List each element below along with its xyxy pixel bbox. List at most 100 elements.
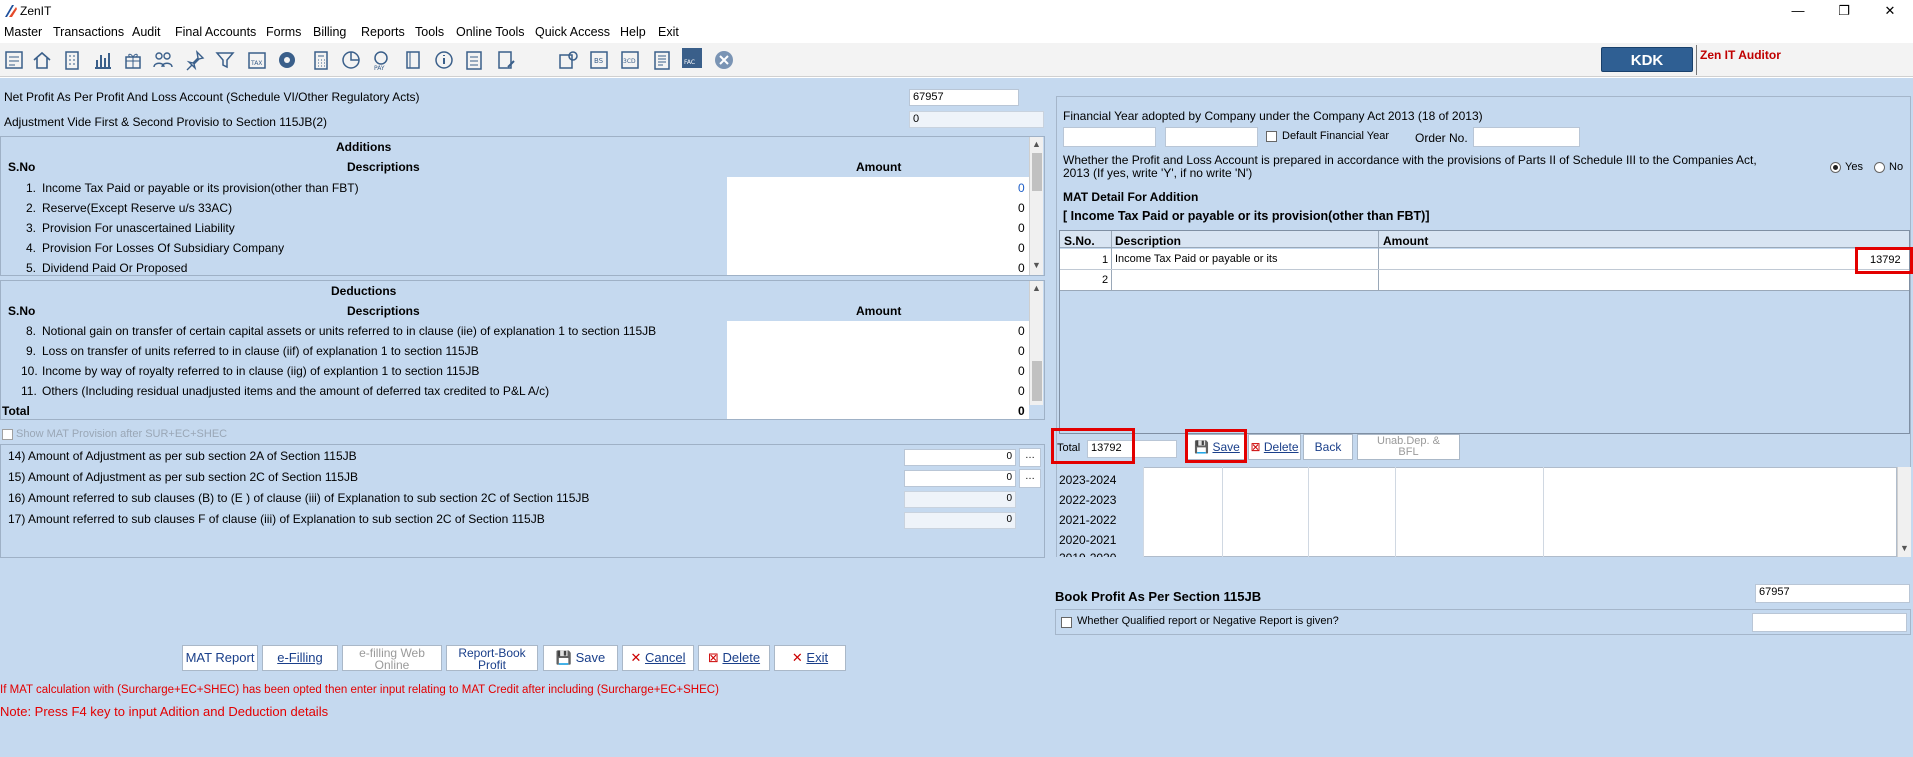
document-edit-icon[interactable] [495, 49, 517, 71]
minimize-button[interactable]: — [1775, 0, 1821, 22]
deductions-row-11-desc[interactable]: Others (Including residual unadjusted it… [42, 384, 549, 398]
efilling-web-online-button[interactable]: e-filling Web Online [342, 645, 442, 671]
fac-icon[interactable]: FAC [681, 47, 705, 73]
cancel-button[interactable]: ✕ Cancel [622, 645, 694, 671]
delete-button[interactable]: ⊠ Delete [698, 645, 770, 671]
efilling-button[interactable]: e-Filling [262, 645, 338, 671]
adjustment-16-input[interactable]: 0 [904, 491, 1016, 508]
pie-chart-icon[interactable] [340, 49, 362, 71]
pl-yes-radio[interactable] [1830, 162, 1841, 173]
menu-master[interactable]: Master [4, 25, 42, 39]
bar-chart-icon[interactable] [92, 49, 114, 71]
info-icon[interactable] [433, 49, 455, 71]
menu-audit[interactable]: Audit [132, 25, 161, 39]
report-icon[interactable] [3, 49, 25, 71]
years-scrollbar[interactable]: ▼ [1897, 467, 1911, 557]
deductions-row-10-amount[interactable]: 0 [1018, 364, 1025, 378]
scroll-up-icon[interactable]: ▲ [1032, 283, 1041, 293]
net-profit-input[interactable]: 67957 [909, 89, 1019, 106]
deductions-row-8-amount[interactable]: 0 [1018, 324, 1025, 338]
tax-icon[interactable]: TAX [246, 49, 268, 71]
form-3cd-icon[interactable]: 3CD [619, 49, 641, 71]
adjustment-14-input[interactable]: 0 [904, 449, 1016, 466]
calculator-icon[interactable] [310, 49, 332, 71]
home-icon[interactable] [31, 49, 53, 71]
adjustment-15-input[interactable]: 0 [904, 470, 1016, 487]
year-2022-2023[interactable]: 2022-2023 [1059, 493, 1116, 507]
users-icon[interactable] [152, 49, 174, 71]
building-icon[interactable] [61, 49, 83, 71]
deductions-row-8-desc[interactable]: Notional gain on transfer of certain cap… [42, 324, 656, 338]
additions-row-3-amount[interactable]: 0 [1018, 221, 1025, 235]
deductions-row-11-amount[interactable]: 0 [1018, 384, 1025, 398]
close-circle-icon[interactable] [713, 49, 735, 71]
pin-icon[interactable] [184, 49, 206, 71]
deductions-scrollbar[interactable]: ▲ [1029, 281, 1043, 405]
menu-tools[interactable]: Tools [415, 25, 444, 39]
restore-button[interactable]: ❐ [1821, 0, 1867, 22]
order-no-input[interactable] [1473, 127, 1580, 147]
deductions-row-10-desc[interactable]: Income by way of royalty referred to in … [42, 364, 479, 378]
deductions-scroll-thumb[interactable] [1032, 361, 1042, 401]
mat-delete-button[interactable]: ⊠ Delete [1248, 434, 1301, 460]
menu-online-tools[interactable]: Online Tools [456, 25, 525, 39]
adjustment-input[interactable]: 0 [909, 111, 1044, 128]
additions-row-5-desc[interactable]: Dividend Paid Or Proposed [42, 261, 187, 275]
filter-icon[interactable] [214, 49, 236, 71]
adjustment-14-more-button[interactable]: … [1019, 448, 1041, 467]
ledger-icon[interactable] [651, 49, 673, 71]
menu-billing[interactable]: Billing [313, 25, 346, 39]
additions-row-1-desc[interactable]: Income Tax Paid or payable or its provis… [42, 181, 359, 195]
additions-scroll-thumb[interactable] [1032, 153, 1042, 191]
adjustment-15-more-button[interactable]: … [1019, 469, 1041, 488]
additions-row-5-amount[interactable]: 0 [1018, 261, 1025, 275]
book-icon[interactable] [402, 49, 424, 71]
disc-icon[interactable] [276, 49, 298, 71]
export-icon[interactable] [557, 49, 579, 71]
scroll-up-icon[interactable]: ▲ [1032, 139, 1041, 149]
menu-exit[interactable]: Exit [658, 25, 679, 39]
qualified-report-input[interactable] [1752, 613, 1907, 632]
default-fy-checkbox[interactable] [1266, 131, 1277, 142]
scroll-down-icon[interactable]: ▼ [1032, 260, 1041, 270]
additions-row-1-amount[interactable]: 0 [1018, 181, 1025, 195]
balance-sheet-icon[interactable]: BS [588, 49, 610, 71]
fy-from-input[interactable] [1063, 127, 1156, 147]
exit-button[interactable]: ✕ Exit [774, 645, 846, 671]
year-2021-2022[interactable]: 2021-2022 [1059, 513, 1116, 527]
deductions-row-9-desc[interactable]: Loss on transfer of units referred to in… [42, 344, 479, 358]
year-2019-2020[interactable]: 2019-2020 [1059, 552, 1116, 557]
menu-transactions[interactable]: Transactions [53, 25, 124, 39]
menu-quick-access[interactable]: Quick Access [535, 25, 610, 39]
pl-no-radio[interactable] [1874, 162, 1885, 173]
report-book-profit-button[interactable]: Report-Book Profit [446, 645, 538, 671]
pay-icon[interactable]: PAY [370, 49, 392, 72]
menu-reports[interactable]: Reports [361, 25, 405, 39]
unab-dep-bfl-button[interactable]: Unab.Dep. & BFL [1357, 434, 1460, 460]
additions-row-4-amount[interactable]: 0 [1018, 241, 1025, 255]
additions-row-4-desc[interactable]: Provision For Losses Of Subsidiary Compa… [42, 241, 284, 255]
additions-scrollbar[interactable]: ▲ ▼ [1029, 137, 1043, 275]
additions-row-2-desc[interactable]: Reserve(Except Reserve u/s 33AC) [42, 201, 232, 215]
adjustment-17-input[interactable]: 0 [904, 512, 1016, 529]
gift-icon[interactable] [122, 49, 144, 71]
additions-row-2-amount[interactable]: 0 [1018, 201, 1025, 215]
menu-final-accounts[interactable]: Final Accounts [175, 25, 256, 39]
mat-report-button[interactable]: MAT Report [182, 645, 258, 671]
year-2020-2021[interactable]: 2020-2021 [1059, 533, 1116, 547]
show-mat-provision-checkbox[interactable] [2, 429, 13, 440]
kdk-assist-button[interactable]: KDK ASSIST [1601, 47, 1693, 94]
sheet-icon[interactable] [463, 49, 485, 71]
mat-row-1-desc[interactable]: Income Tax Paid or payable or its [1115, 253, 1277, 265]
zen-it-auditor-link[interactable]: Zen IT Auditor [1700, 48, 1781, 62]
close-button[interactable]: ✕ [1867, 0, 1913, 22]
deductions-row-9-amount[interactable]: 0 [1018, 344, 1025, 358]
book-profit-input[interactable]: 67957 [1755, 584, 1910, 603]
additions-row-3-desc[interactable]: Provision For unascertained Liability [42, 221, 235, 235]
menu-forms[interactable]: Forms [266, 25, 301, 39]
year-2023-2024[interactable]: 2023-2024 [1059, 473, 1116, 487]
fy-to-input[interactable] [1165, 127, 1258, 147]
menu-help[interactable]: Help [620, 25, 646, 39]
save-button[interactable]: 💾 Save [543, 645, 618, 671]
qualified-report-checkbox[interactable] [1061, 617, 1072, 628]
